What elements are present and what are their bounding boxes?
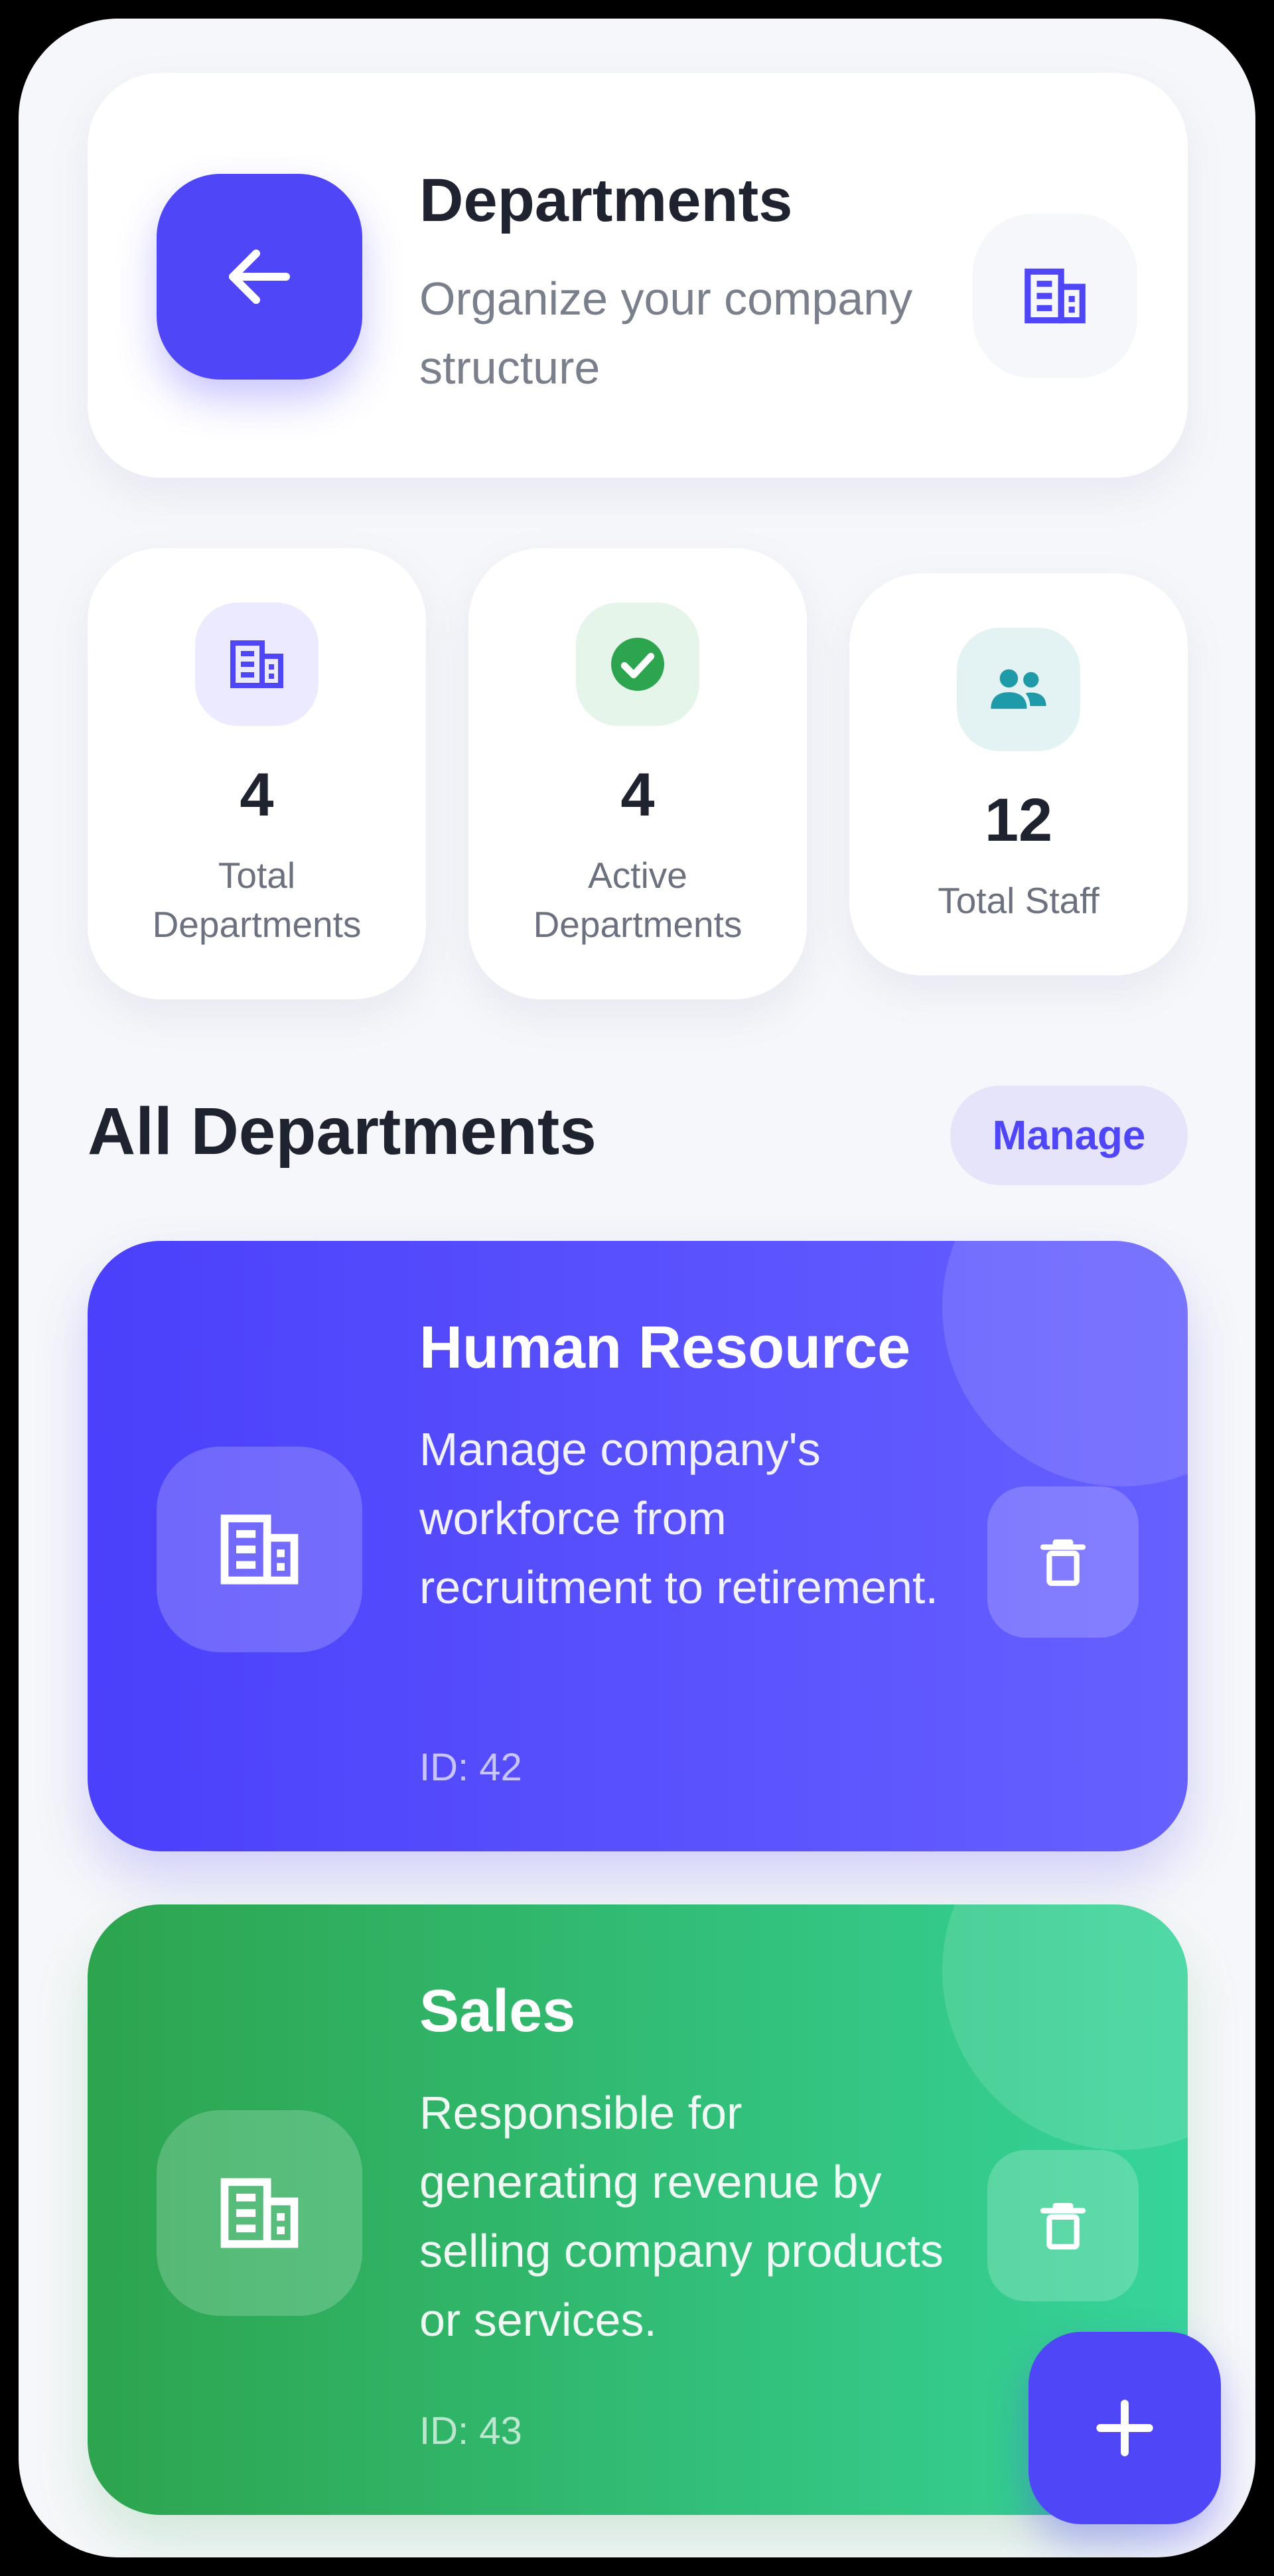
- back-button[interactable]: [157, 174, 362, 380]
- header-card: Departments Organize your company struct…: [88, 73, 1188, 478]
- stat-total-staff: 12 Total Staff: [849, 573, 1188, 975]
- department-description: Manage company's workforce from recruitm…: [419, 1423, 938, 1613]
- delete-button[interactable]: [987, 1486, 1139, 1638]
- stat-value: 4: [240, 761, 274, 829]
- stat-icon-badge: [195, 603, 318, 726]
- section-title: All Departments: [88, 1094, 597, 1169]
- header-building-badge: [973, 214, 1137, 378]
- department-icon-badge: [157, 2110, 362, 2316]
- people-icon: [991, 669, 1046, 709]
- page-subtitle: Organize your company structure: [419, 273, 913, 394]
- stat-value: 4: [620, 761, 655, 829]
- plus-icon: [1096, 2399, 1153, 2457]
- building-icon: [220, 1514, 299, 1585]
- stat-icon-badge: [576, 603, 699, 726]
- stat-value: 12: [984, 786, 1053, 854]
- stat-active-departments: 4 Active Departments: [468, 548, 807, 999]
- manage-button[interactable]: Manage: [950, 1086, 1188, 1185]
- check-circle-icon: [611, 638, 664, 691]
- arrow-left-icon: [229, 250, 290, 304]
- department-id: ID: 42: [419, 1746, 522, 1789]
- stat-label: Total Staff: [938, 880, 1099, 921]
- department-name: Sales: [419, 1978, 576, 2044]
- department-description: Responsible for generating revenue by se…: [419, 2087, 944, 2346]
- department-icon-badge: [157, 1447, 362, 1652]
- trash-icon: [1040, 2202, 1086, 2250]
- stat-label: Active Departments: [533, 855, 743, 945]
- add-department-button[interactable]: [1028, 2332, 1221, 2524]
- building-icon: [230, 640, 283, 688]
- app-screen: Departments Organize your company struct…: [19, 19, 1255, 2557]
- building-icon: [1025, 268, 1086, 324]
- delete-button[interactable]: [987, 2150, 1139, 2301]
- stat-icon-badge: [957, 628, 1080, 751]
- decorative-circle: [942, 1241, 1188, 1486]
- trash-icon: [1040, 1539, 1086, 1586]
- department-name: Human Resource: [419, 1315, 911, 1381]
- decorative-circle: [942, 1904, 1188, 2150]
- department-card[interactable]: Sales Responsible for generating revenue…: [88, 1904, 1188, 2515]
- stat-total-departments: 4 Total Departments: [88, 548, 426, 999]
- page-title: Departments: [419, 167, 793, 234]
- department-id: ID: 43: [419, 2409, 522, 2453]
- department-card[interactable]: Human Resource Manage company's workforc…: [88, 1241, 1188, 1851]
- building-icon: [220, 2178, 299, 2248]
- stat-label: Total Departments: [152, 855, 362, 945]
